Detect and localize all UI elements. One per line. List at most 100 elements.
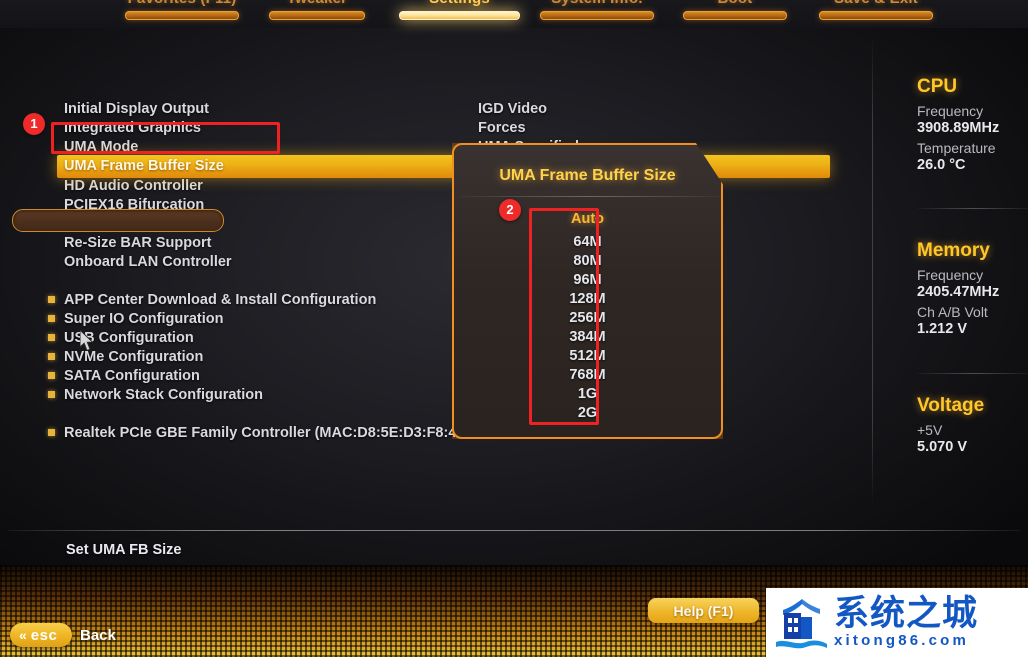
submenu-bullet-icon: [48, 353, 55, 360]
menu-row-label: UMA Mode: [64, 138, 139, 155]
menu-row[interactable]: Super IO Configuration: [0, 308, 872, 329]
dropdown-option-128m[interactable]: 128M: [452, 291, 723, 310]
menu-row-label: USB Configuration: [64, 329, 194, 346]
back-button-label: Back: [80, 626, 116, 644]
tab-underline: [399, 11, 520, 20]
tab-tweaker[interactable]: Tweaker: [262, 0, 372, 28]
info-group-voltage: Voltage +5V 5.070 V: [917, 395, 1028, 455]
hardware-info-sidebar: CPU Frequency 3908.89MHz Temperature 26.0 °C…: [873, 28, 1028, 528]
menu-row[interactable]: Re-Size BAR Support: [0, 232, 872, 253]
menu-row-label: Network Stack Configuration: [64, 386, 263, 403]
tab-label: Settings: [392, 0, 527, 7]
info-group-title: Voltage: [917, 395, 985, 416]
menu-row-label: Re-Size BAR Support: [64, 234, 212, 251]
submenu-bullet-icon: [48, 315, 55, 322]
submenu-bullet-icon: [48, 429, 55, 436]
selected-row-label: UMA Frame Buffer Size: [64, 158, 224, 174]
help-button[interactable]: Help (F1): [648, 598, 759, 623]
tab-label: Tweaker: [262, 0, 372, 7]
watermark-cn-text: 系统之城: [834, 593, 979, 634]
menu-row[interactable]: Integrated Graphics Forces: [0, 117, 872, 138]
bios-screen: Favorites (F11) Tweaker Settings System Inf…: [0, 0, 1028, 657]
menu-row[interactable]: Realtek PCIe GBE Family Controller (MAC:…: [0, 422, 872, 443]
tab-save-exit[interactable]: Save & Exit: [812, 0, 940, 28]
submenu-bullet-icon: [48, 391, 55, 398]
menu-row-label: Integrated Graphics: [64, 119, 201, 136]
info-group-memory: Memory Frequency 2405.47MHz Ch A/B Volt 1.21…: [917, 240, 1028, 337]
menu-row-value: IGD Video: [478, 100, 548, 117]
help-button-label: Help (F1): [673, 602, 734, 619]
info-key: Temperature: [917, 140, 996, 156]
menu-row-value: Forces: [478, 119, 526, 136]
info-key: Ch A/B Volt: [917, 304, 988, 320]
info-value: 2405.47MHz: [917, 284, 1000, 300]
submenu-bullet-icon: [48, 334, 55, 341]
esc-key-label: esc: [30, 626, 58, 644]
menu-row[interactable]: USB Configuration: [0, 327, 872, 348]
dropdown-option-80m[interactable]: 80M: [452, 253, 723, 272]
dropdown-option-96m[interactable]: 96M: [452, 272, 723, 291]
footer-divider: [8, 530, 1020, 531]
watermark: 系统之城 xitong86.com: [766, 588, 1028, 657]
settings-menu: Initial Display Output IGD Video Integrate…: [0, 28, 872, 528]
dropdown-option-384m[interactable]: 384M: [452, 329, 723, 348]
menu-row-label: Super IO Configuration: [64, 310, 224, 327]
info-group-cpu: CPU Frequency 3908.89MHz Temperature 26.0 °C: [917, 76, 1028, 173]
esc-key-pill[interactable]: « esc: [10, 623, 72, 647]
menu-row-label: NVMe Configuration: [64, 348, 204, 365]
tab-favorites-f11[interactable]: Favorites (F11): [118, 0, 246, 28]
watermark-en-text: xitong86.com: [834, 631, 970, 649]
menu-row[interactable]: APP Center Download & Install Configurat…: [0, 289, 872, 310]
menu-row-label: Realtek PCIe GBE Family Controller (MAC:…: [64, 424, 465, 441]
top-tab-bar: Favorites (F11) Tweaker Settings System Inf…: [0, 0, 1028, 28]
info-group-title: Memory: [917, 240, 990, 261]
annotation-badge-2: 2: [499, 199, 521, 221]
menu-row[interactable]: SATA Configuration: [0, 365, 872, 386]
menu-row[interactable]: NVMe Configuration: [0, 346, 872, 367]
menu-row-label: APP Center Download & Install Configurat…: [64, 291, 377, 308]
tab-underline: [540, 11, 654, 20]
annotation-badge-1: 1: [23, 113, 45, 135]
back-button[interactable]: « esc Back: [10, 623, 116, 647]
tab-system-info[interactable]: System Info.: [533, 0, 661, 28]
info-value: 3908.89MHz: [917, 120, 1000, 136]
menu-row[interactable]: Network Stack Configuration: [0, 384, 872, 405]
tab-settings[interactable]: Settings: [392, 0, 527, 28]
chevron-left-icon: «: [19, 627, 27, 643]
info-group-separator: [917, 373, 1028, 374]
menu-row-label: Initial Display Output: [64, 100, 210, 117]
tab-label: Favorites (F11): [118, 0, 246, 7]
tab-label: Save & Exit: [812, 0, 940, 7]
dropdown-option-64m[interactable]: 64M: [452, 234, 723, 253]
menu-row-label: Onboard LAN Controller: [64, 253, 232, 270]
info-key: Frequency: [917, 267, 984, 283]
menu-row-label: HD Audio Controller: [64, 177, 203, 194]
dropdown-selection-highlight: [12, 209, 224, 232]
tab-boot[interactable]: Boot: [676, 0, 794, 28]
dropdown-title: UMA Frame Buffer Size: [499, 167, 676, 184]
menu-row[interactable]: Initial Display Output IGD Video: [0, 98, 872, 119]
tab-underline: [683, 11, 787, 20]
tab-label: Boot: [676, 0, 794, 7]
info-group-title: CPU: [917, 76, 958, 97]
watermark-texts: 系统之城 xitong86.com: [834, 596, 978, 650]
info-group-separator: [917, 208, 1028, 209]
dropdown-option-auto[interactable]: Auto: [452, 211, 723, 230]
help-description-text: Set UMA FB Size: [66, 542, 182, 558]
info-value: 1.212 V: [917, 321, 967, 337]
dropdown-option-1g[interactable]: 1G: [452, 386, 723, 405]
menu-row[interactable]: HD Audio Controller: [0, 175, 872, 196]
info-key: +5V: [917, 422, 943, 438]
dropdown-option-256m[interactable]: 256M: [452, 310, 723, 329]
dropdown-title-divider: [460, 196, 719, 197]
tab-underline: [269, 11, 365, 20]
submenu-bullet-icon: [48, 296, 55, 303]
info-value: 5.070 V: [917, 439, 967, 455]
dropdown-option-2g[interactable]: 2G: [452, 405, 723, 424]
menu-row[interactable]: UMA ModeUMA Specified: [0, 136, 872, 157]
menu-row[interactable]: Onboard LAN Controller: [0, 251, 872, 272]
tab-label: System Info.: [533, 0, 661, 7]
submenu-bullet-icon: [48, 372, 55, 379]
dropdown-option-512m[interactable]: 512M: [452, 348, 723, 367]
dropdown-option-768m[interactable]: 768M: [452, 367, 723, 386]
